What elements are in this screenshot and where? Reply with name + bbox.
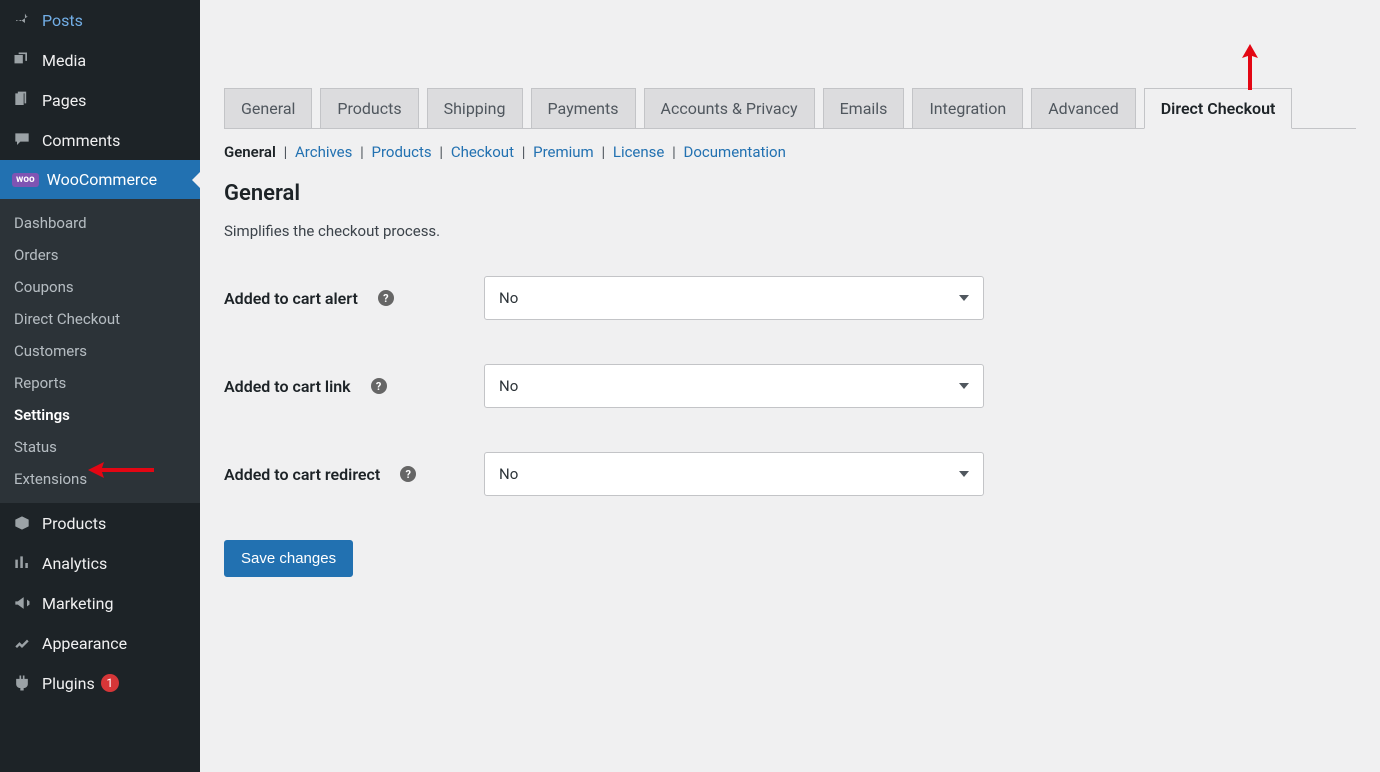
woocommerce-submenu: Dashboard Orders Coupons Direct Checkout… bbox=[0, 199, 200, 503]
settings-form: Added to cart alert ? No Added to cart l… bbox=[224, 276, 1356, 496]
sidebar-label: Comments bbox=[42, 131, 120, 150]
select-cart-redirect[interactable]: No bbox=[484, 452, 984, 496]
tab-accounts[interactable]: Accounts & Privacy bbox=[644, 88, 815, 129]
select-cart-alert[interactable]: No bbox=[484, 276, 984, 320]
form-row-link: Added to cart link ? No bbox=[224, 364, 1356, 408]
submenu-coupons[interactable]: Coupons bbox=[0, 271, 200, 303]
appearance-icon bbox=[12, 633, 32, 653]
submenu-direct-checkout[interactable]: Direct Checkout bbox=[0, 303, 200, 335]
plugins-icon bbox=[12, 673, 32, 693]
subtab-documentation[interactable]: Documentation bbox=[684, 143, 786, 161]
pin-icon bbox=[12, 10, 32, 30]
label-cart-link: Added to cart link bbox=[224, 377, 351, 396]
help-icon[interactable]: ? bbox=[378, 290, 394, 306]
tab-products[interactable]: Products bbox=[320, 88, 418, 129]
label-cart-redirect: Added to cart redirect bbox=[224, 465, 380, 484]
select-value: No bbox=[499, 377, 518, 395]
sidebar-item-analytics[interactable]: Analytics bbox=[0, 543, 200, 583]
select-value: No bbox=[499, 289, 518, 307]
active-indicator-icon bbox=[192, 172, 200, 188]
chevron-down-icon bbox=[959, 295, 969, 301]
submenu-customers[interactable]: Customers bbox=[0, 335, 200, 367]
submenu-extensions[interactable]: Extensions bbox=[0, 463, 200, 495]
products-icon bbox=[12, 513, 32, 533]
subtab-license[interactable]: License bbox=[613, 143, 665, 161]
pages-icon bbox=[12, 90, 32, 110]
subtab-premium[interactable]: Premium bbox=[533, 143, 594, 161]
subtab-archives[interactable]: Archives bbox=[295, 143, 352, 161]
help-icon[interactable]: ? bbox=[371, 378, 387, 394]
form-row-alert: Added to cart alert ? No bbox=[224, 276, 1356, 320]
sidebar-item-woocommerce[interactable]: woo WooCommerce bbox=[0, 160, 200, 199]
sidebar-label: Media bbox=[42, 51, 86, 70]
media-icon bbox=[12, 50, 32, 70]
sidebar-item-plugins[interactable]: Plugins 1 bbox=[0, 663, 200, 703]
select-value: No bbox=[499, 465, 518, 483]
marketing-icon bbox=[12, 593, 32, 613]
woocommerce-icon: woo bbox=[12, 173, 39, 187]
sidebar-item-products[interactable]: Products bbox=[0, 503, 200, 543]
subtab-products[interactable]: Products bbox=[371, 143, 431, 161]
submenu-status[interactable]: Status bbox=[0, 431, 200, 463]
sidebar-label: Pages bbox=[42, 91, 86, 110]
settings-tabs: General Products Shipping Payments Accou… bbox=[224, 88, 1356, 129]
annotation-arrow-up-icon bbox=[1238, 42, 1262, 92]
tab-direct-checkout[interactable]: Direct Checkout bbox=[1144, 88, 1293, 129]
tab-shipping[interactable]: Shipping bbox=[427, 88, 523, 129]
submenu-orders[interactable]: Orders bbox=[0, 239, 200, 271]
sidebar-label: WooCommerce bbox=[47, 170, 157, 189]
sidebar-label: Appearance bbox=[42, 634, 127, 653]
section-description: Simplifies the checkout process. bbox=[224, 222, 1356, 240]
save-button[interactable]: Save changes bbox=[224, 540, 353, 577]
submenu-settings[interactable]: Settings bbox=[0, 399, 200, 431]
label-cart-alert: Added to cart alert bbox=[224, 289, 358, 308]
sidebar-label: Posts bbox=[42, 11, 83, 30]
subtab-checkout[interactable]: Checkout bbox=[451, 143, 514, 161]
sidebar-item-appearance[interactable]: Appearance bbox=[0, 623, 200, 663]
analytics-icon bbox=[12, 553, 32, 573]
tab-payments[interactable]: Payments bbox=[531, 88, 636, 129]
sidebar-item-media[interactable]: Media bbox=[0, 40, 200, 80]
sidebar-item-marketing[interactable]: Marketing bbox=[0, 583, 200, 623]
sidebar-label: Plugins bbox=[42, 674, 95, 693]
form-row-redirect: Added to cart redirect ? No bbox=[224, 452, 1356, 496]
main-content: General Products Shipping Payments Accou… bbox=[200, 0, 1380, 772]
admin-sidebar: Posts Media Pages Comments woo WooCommer… bbox=[0, 0, 200, 772]
sidebar-label: Marketing bbox=[42, 594, 113, 613]
sidebar-item-pages[interactable]: Pages bbox=[0, 80, 200, 120]
sidebar-item-comments[interactable]: Comments bbox=[0, 120, 200, 160]
comment-icon bbox=[12, 130, 32, 150]
tab-general[interactable]: General bbox=[224, 88, 312, 129]
tab-advanced[interactable]: Advanced bbox=[1031, 88, 1136, 129]
submenu-dashboard[interactable]: Dashboard bbox=[0, 207, 200, 239]
subtab-general[interactable]: General bbox=[224, 143, 276, 161]
sidebar-label: Products bbox=[42, 514, 106, 533]
settings-subtabs: General | Archives | Products | Checkout… bbox=[224, 129, 1356, 181]
tab-integration[interactable]: Integration bbox=[912, 88, 1023, 129]
chevron-down-icon bbox=[959, 471, 969, 477]
submenu-reports[interactable]: Reports bbox=[0, 367, 200, 399]
chevron-down-icon bbox=[959, 383, 969, 389]
select-cart-link[interactable]: No bbox=[484, 364, 984, 408]
section-title: General bbox=[224, 181, 1356, 206]
sidebar-label: Analytics bbox=[42, 554, 107, 573]
plugin-count-badge: 1 bbox=[101, 674, 119, 692]
help-icon[interactable]: ? bbox=[400, 466, 416, 482]
tab-emails[interactable]: Emails bbox=[823, 88, 905, 129]
sidebar-item-posts[interactable]: Posts bbox=[0, 0, 200, 40]
